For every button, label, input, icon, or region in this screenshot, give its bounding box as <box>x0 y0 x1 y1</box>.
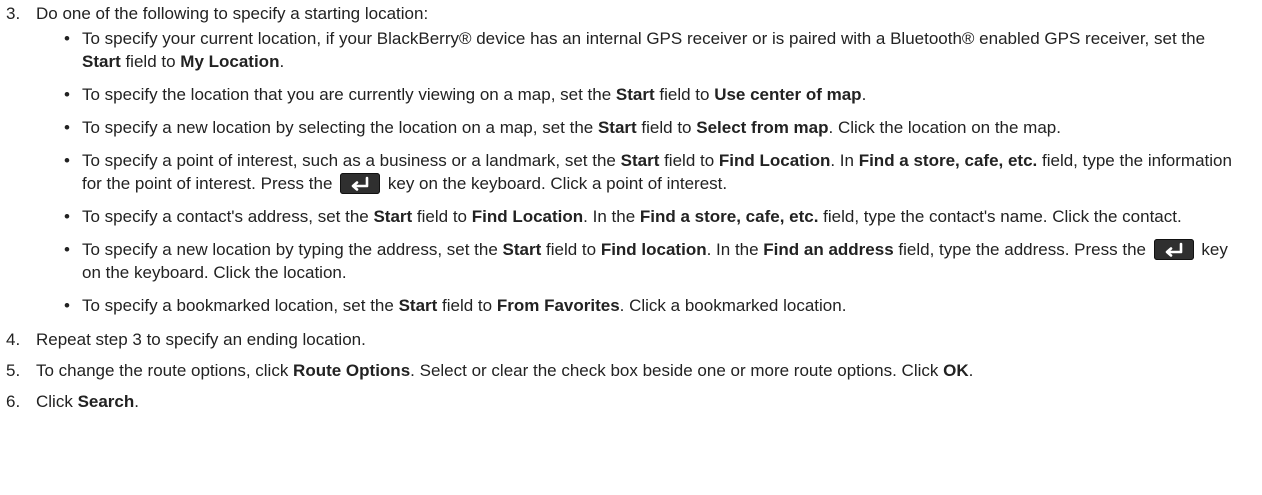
bullet-dot: • <box>64 151 70 170</box>
step-number: 4. <box>6 330 21 349</box>
bullet-dot: • <box>64 118 70 137</box>
bullet-text: field to <box>437 296 497 315</box>
bullet-text: . In <box>830 151 859 170</box>
bullet-text: To specify a new location by typing the … <box>82 240 503 259</box>
bullet-text: field to <box>659 151 719 170</box>
bullet-list: • To specify your current location, if y… <box>0 27 1262 317</box>
step-number: 6. <box>6 392 21 411</box>
bold-term: Find Location <box>718 151 831 170</box>
bullet-select-from-map: • To specify a new location by selecting… <box>0 116 1262 139</box>
bold-term: Start <box>620 151 660 170</box>
bullet-type-address: • To specify a new location by typing th… <box>0 238 1262 284</box>
bullet-text: To specify a contact's address, set the <box>82 207 374 226</box>
step-text: Repeat step 3 to specify an ending locat… <box>36 330 366 349</box>
bold-term: Find a store, cafe, etc. <box>639 207 819 226</box>
bullet-dot: • <box>64 29 70 48</box>
step-text: . <box>134 392 139 411</box>
bold-term: Start <box>398 296 438 315</box>
step-number: 3. <box>6 4 21 23</box>
bullet-text: To specify your current location, if you… <box>82 29 1206 48</box>
bullet-text: To specify the location that you are cur… <box>82 85 616 104</box>
bullet-text: . In the <box>706 240 764 259</box>
bold-term: Start <box>502 240 542 259</box>
bullet-text: field, type the address. Press the <box>893 240 1151 259</box>
step-6: 6. Click Search. <box>0 389 1262 415</box>
bullet-center-of-map: • To specify the location that you are c… <box>0 83 1262 106</box>
bullet-text: . Click a bookmarked location. <box>619 296 847 315</box>
bold-term: Start <box>615 85 655 104</box>
bullet-text: field to <box>541 240 601 259</box>
bold-term: Search <box>77 392 135 411</box>
step-5: 5. To change the route options, click Ro… <box>0 358 1262 384</box>
bullet-dot: • <box>64 85 70 104</box>
bullet-dot: • <box>64 296 70 315</box>
bullet-contact-address: • To specify a contact's address, set th… <box>0 205 1262 228</box>
step-text: To change the route options, click <box>36 361 294 380</box>
bold-term: Start <box>597 118 637 137</box>
bullet-text: . Click the location on the map. <box>828 118 1061 137</box>
bold-term: Find an address <box>763 240 894 259</box>
bold-term: Start <box>82 52 121 71</box>
step-3: 3. Do one of the following to specify a … <box>0 1 1262 27</box>
bullet-text: field to <box>654 85 715 104</box>
bullet-text: field to <box>636 118 697 137</box>
bold-term: From Favorites <box>496 296 620 315</box>
bold-term: OK <box>943 361 969 380</box>
remaining-steps: 4. Repeat step 3 to specify an ending lo… <box>0 327 1262 415</box>
bold-term: Find a store, cafe, etc. <box>858 151 1038 170</box>
bullet-point-of-interest: • To specify a point of interest, such a… <box>0 149 1262 195</box>
bold-term: Route Options <box>293 361 411 380</box>
step-4: 4. Repeat step 3 to specify an ending lo… <box>0 327 1262 353</box>
bullet-text: . <box>861 85 867 104</box>
step-text: . <box>968 361 974 380</box>
bullet-text: field to <box>120 52 181 71</box>
bold-term: Find Location <box>471 207 584 226</box>
bullet-text: . In the <box>583 207 640 226</box>
bullet-text: To specify a new location by selecting t… <box>82 118 598 137</box>
enter-key-icon <box>1153 239 1194 260</box>
step-text: Click <box>36 392 78 411</box>
bullet-dot: • <box>64 207 70 226</box>
bullet-favorites: • To specify a bookmarked location, set … <box>0 294 1262 317</box>
bullet-text: To specify a bookmarked location, set th… <box>82 296 399 315</box>
bullet-text: . <box>279 52 285 71</box>
step-number: 5. <box>6 361 21 380</box>
bullet-text: field to <box>412 207 472 226</box>
bold-term: My Location <box>180 52 280 71</box>
bullet-text: field, type the contact's name. Click th… <box>818 207 1182 226</box>
bold-term: Use center of map <box>714 85 862 104</box>
bullet-my-location: • To specify your current location, if y… <box>0 27 1262 73</box>
enter-key-icon <box>340 173 381 194</box>
step-text: . Select or clear the check box beside o… <box>410 361 944 380</box>
bullet-dot: • <box>64 240 70 259</box>
bullet-text: key on the keyboard. Click a point of in… <box>383 174 728 193</box>
bullet-text: To specify a point of interest, such as … <box>82 151 621 170</box>
bold-term: Start <box>373 207 413 226</box>
bold-term: Select from map <box>696 118 829 137</box>
bold-term: Find location <box>600 240 707 259</box>
step-text: Do one of the following to specify a sta… <box>36 4 429 23</box>
document-body: 3. Do one of the following to specify a … <box>0 0 1262 415</box>
